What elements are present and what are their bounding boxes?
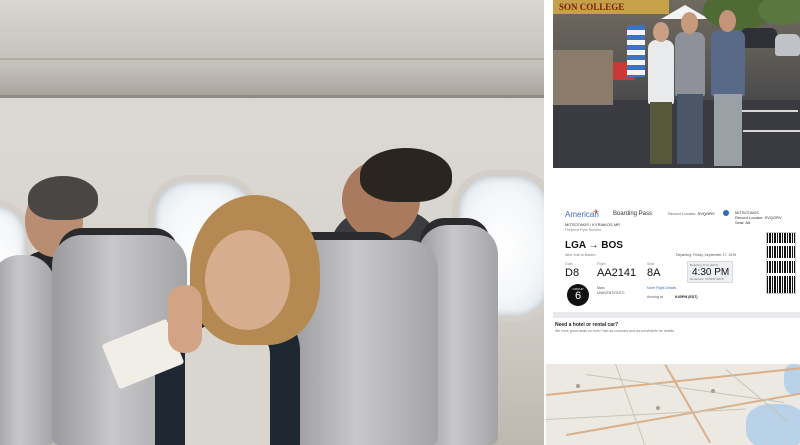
seat-value: 8A [647,267,661,279]
american-flag-icon: ✈ [593,209,599,216]
map-town-dot [711,389,715,393]
map-highway [546,366,800,396]
map-road [615,364,651,445]
eagle-logo-icon [723,210,729,216]
flight-label: Flight [597,262,606,266]
seat-far-left [0,255,55,445]
stub-seat: Seat: 8A [735,220,751,225]
map-road [546,408,746,420]
parking-stripe [743,130,800,132]
boarding-group-badge: GROUP 6 [567,284,589,306]
boarding-pass: American ✈ Boarding Pass Record Locator:… [553,200,800,350]
person-left-shirt [648,40,674,104]
arriving-time: 6:05PM (EDT) [675,295,698,299]
gate-label: Gate [565,262,573,266]
parked-car-silver [775,34,800,56]
record-locator-value: SVQGRV [697,211,715,216]
man-back-hair [360,148,452,202]
person-right-shirt [711,30,745,96]
more-flight-details-link[interactable]: More Flight Details [647,286,676,290]
boarding-pass-title: Boarding Pass [613,211,653,217]
boarding-time-box: Boarding Time (EDT) 4:30 PM Departure: 5… [687,261,733,283]
departure-time: Departure: 5:05PM (EDT) [690,277,725,281]
bin-seam [0,58,544,60]
person-right-head [719,10,736,32]
class-value: UNAVENTIONTO [597,291,625,295]
person-right-pants [714,94,742,166]
campus-photo: SON COLLEGE [553,0,800,168]
boarding-barcode [766,232,796,294]
record-locator: Record Locator: SVQGRV [668,211,715,216]
person-middle-head [681,12,698,34]
route-map [546,364,800,445]
woman-face [205,230,290,330]
route-cities: New York to Boston [565,253,596,257]
barcode-gap [767,243,795,246]
person-left-pants [650,102,672,164]
rental-subtext: We have great deals on both! Visit aa.co… [555,329,675,333]
stub-passenger: MITSOTAKIS Record Locator: SVQGRV Seat: … [735,210,782,225]
passenger-name: MITSOTAKIS / KYRIAKOS MR [565,222,621,227]
gate-value: D8 [565,267,580,279]
overhead-bins [0,0,544,98]
barcode-gap [767,258,795,261]
man-front-hair [28,176,98,220]
person-left-head [653,22,669,42]
class-label: Main [597,286,605,290]
map-town-dot [656,406,660,410]
departing-date: Departing: Friday, September 27, 2019 [676,253,737,257]
college-sign: SON COLLEGE [553,0,669,14]
barcode-gap [767,273,795,276]
pass-footer-bar [553,312,800,318]
map-town-dot [576,384,580,388]
map-highway [664,364,711,443]
flight-value: AA2141 [597,267,637,279]
rental-heading: Need a hotel or rental car? [555,322,619,328]
thumbs-up-hand [168,285,202,353]
person-middle-pants [677,94,703,164]
crowd-left [553,50,613,105]
arriving-label: Arriving at [647,295,663,299]
record-locator-label: Record Locator: [668,211,697,216]
person-middle-shirt [675,32,705,96]
greek-flag [627,25,645,77]
airplane-cabin-photo [0,0,544,445]
parked-car [741,28,777,48]
frequent-flyer-label: Frequent Flyer Number [565,228,602,232]
seat-label: Seat [647,262,655,266]
group-number: 6 [574,290,582,302]
route: LGA → BOS [565,240,623,251]
